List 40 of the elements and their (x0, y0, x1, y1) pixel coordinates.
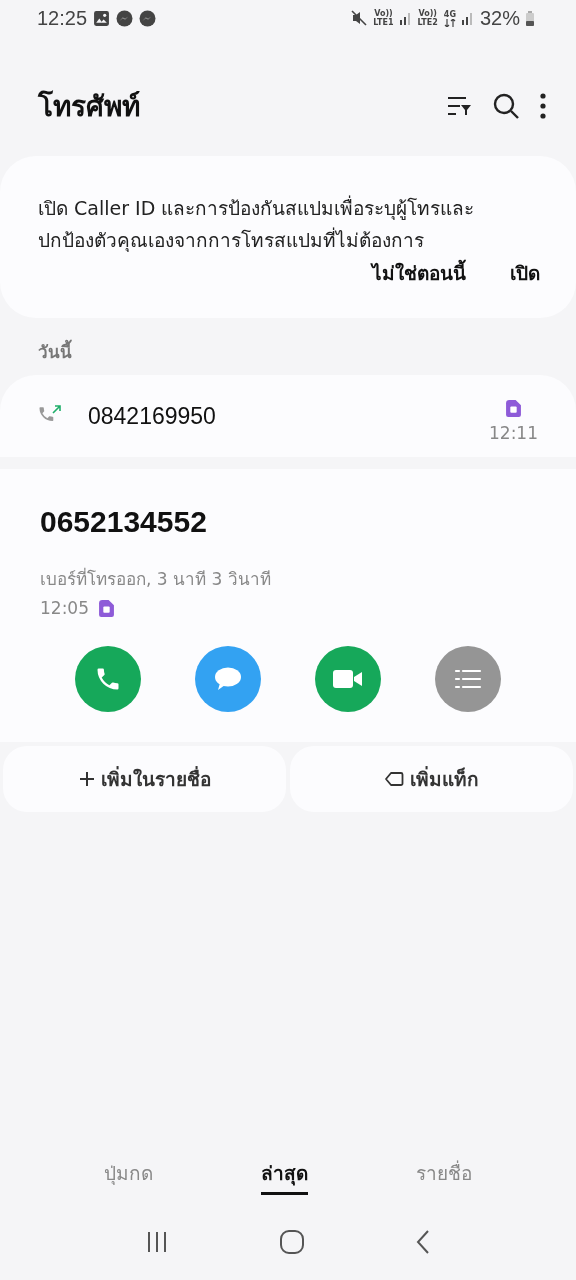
signal-icon (461, 11, 474, 25)
call-time: 12:11 (489, 422, 538, 443)
call-detail: เบอร์ที่โทรออก, 3 นาที 3 วินาที (40, 566, 272, 591)
more-options-button[interactable] (540, 93, 546, 119)
phone-number: 0842169950 (88, 402, 216, 430)
lte-label: LTE1 (373, 18, 394, 27)
call-time: 12:05 (40, 598, 89, 618)
mute-icon (351, 10, 368, 26)
battery-icon (526, 10, 534, 26)
call-log-item[interactable]: 0842169950 12:11 (0, 375, 576, 457)
banner-action-button[interactable]: ไม่ใช่ตอนนี้ (372, 258, 466, 288)
screen-title: โทรศัพท์ (38, 89, 140, 125)
battery-percent: 32% (479, 6, 520, 30)
home-icon[interactable] (279, 1229, 305, 1255)
recent-apps-icon[interactable] (145, 1231, 169, 1253)
section-header: วันนี้ (0, 318, 576, 375)
status-time: 12:25 (37, 6, 88, 30)
back-icon[interactable] (415, 1229, 431, 1255)
data-arrows-icon (443, 18, 456, 27)
search-button[interactable] (492, 92, 520, 120)
plus-icon (78, 771, 95, 787)
sim-icon (99, 599, 114, 617)
banner-text: เปิด Caller ID และการป้องกันสแปมเพื่อระบุผู้โทรและปกป้องตัวคุณเองจากการโทรสแปมที่ไม่ต้องการ (38, 194, 476, 254)
banner-action-button[interactable]: เปิด (510, 258, 540, 288)
tab[interactable]: ล่าสุด (261, 1153, 308, 1195)
tag-icon (384, 771, 404, 787)
filter-button[interactable] (446, 95, 472, 117)
gallery-icon (93, 9, 111, 27)
volte-label: Vo)) (418, 9, 437, 18)
signal-icon (399, 11, 412, 25)
video-camera-icon (332, 667, 364, 691)
list-icon (454, 667, 482, 691)
add-tag-button[interactable]: เพิ่มแท็ก (290, 746, 573, 812)
phone-number: 0652134552 (40, 505, 208, 539)
volte-label: Vo)) (374, 9, 393, 18)
sim-icon (506, 399, 521, 417)
speech-bubble-icon (213, 665, 243, 693)
network-label: 4G (443, 9, 456, 19)
add-to-contacts-button[interactable]: เพิ่มในรายชื่อ (3, 746, 286, 812)
lte-label: LTE2 (417, 18, 438, 27)
